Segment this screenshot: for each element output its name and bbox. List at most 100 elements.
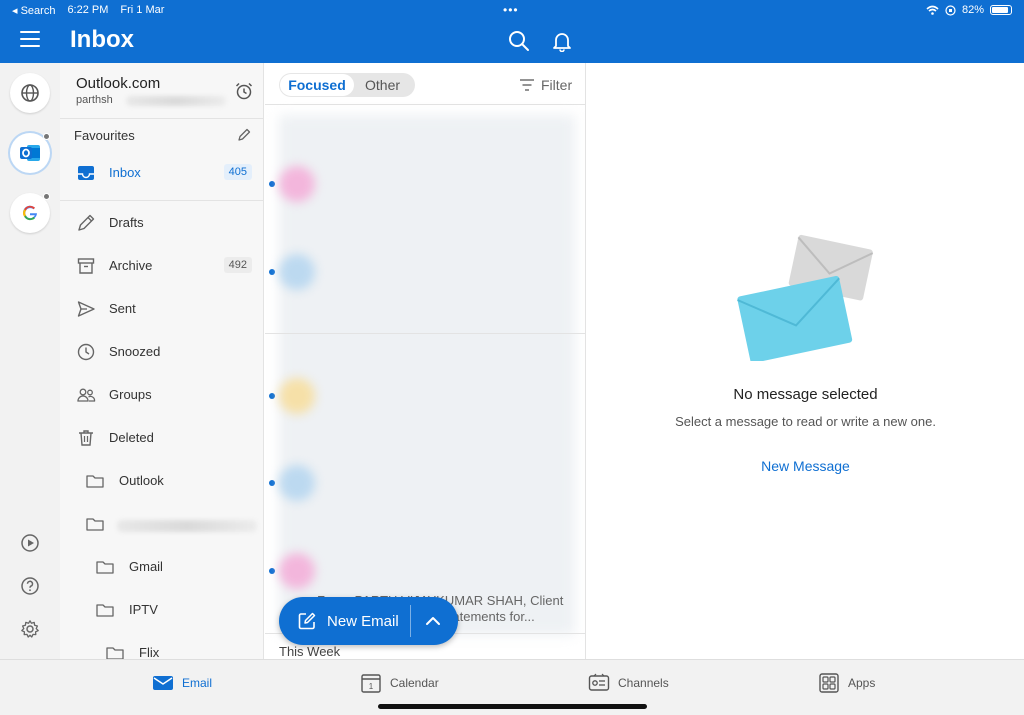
folder-deleted[interactable]: Deleted	[60, 418, 263, 458]
avatar	[279, 254, 315, 290]
folder-inbox[interactable]: Inbox 405	[60, 153, 263, 193]
tab-apps[interactable]: Apps	[818, 671, 875, 695]
new-email-label: New Email	[327, 613, 399, 630]
channels-icon	[588, 673, 610, 691]
tab-email[interactable]: Email	[152, 671, 212, 695]
orientation-lock-icon	[945, 4, 956, 16]
alarm-clock-icon[interactable]	[234, 81, 254, 101]
folder-label: Inbox	[109, 165, 141, 180]
battery-icon	[990, 5, 1012, 15]
folder-label: Groups	[109, 387, 152, 402]
message-row[interactable]	[265, 141, 585, 227]
folder-iptv[interactable]: IPTV	[60, 590, 263, 630]
multitask-dots[interactable]: •••	[503, 3, 519, 17]
tab-calendar[interactable]: 1 Calendar	[360, 671, 439, 695]
help-icon[interactable]	[20, 576, 40, 596]
tab-other[interactable]: Other	[365, 74, 400, 96]
folder-label: Snoozed	[109, 344, 161, 359]
apps-grid-icon	[819, 673, 839, 693]
item-count-badge: 492	[223, 257, 252, 273]
folder-label: Archive	[109, 258, 153, 273]
page-title: Inbox	[70, 26, 134, 53]
folder-label: Flix	[139, 645, 160, 659]
new-email-button[interactable]: New Email	[279, 597, 458, 645]
tab-channels[interactable]: Channels	[588, 671, 669, 695]
svg-text:1: 1	[369, 682, 374, 691]
search-icon[interactable]	[508, 30, 530, 52]
tab-label: Apps	[848, 676, 876, 690]
message-row[interactable]	[265, 353, 585, 439]
folder-outlook[interactable]: Outlook	[60, 461, 263, 501]
folder-snoozed[interactable]: Snoozed	[60, 332, 263, 372]
folder-icon	[86, 518, 104, 531]
folder-flix[interactable]: Flix	[60, 633, 263, 659]
new-message-link[interactable]: New Message	[587, 458, 1024, 474]
account-rail	[0, 63, 60, 659]
folder-icon	[86, 475, 104, 488]
divider	[265, 333, 585, 334]
wifi-icon	[926, 5, 939, 15]
outlook-account-button[interactable]	[10, 133, 50, 173]
trash-icon	[79, 430, 93, 446]
settings-gear-icon[interactable]	[20, 619, 40, 639]
google-account-button[interactable]	[10, 193, 50, 233]
message-list: Focused Other Filter From: PARTH VIJAYKU…	[265, 63, 586, 659]
home-indicator[interactable]	[378, 704, 647, 709]
folder-gmail[interactable]: Gmail	[60, 547, 263, 587]
account-name: Outlook.com	[76, 75, 161, 92]
calendar-icon: 1	[361, 674, 381, 693]
folder-drafts[interactable]: Drafts	[60, 203, 263, 243]
folder-icon	[106, 647, 124, 659]
divider	[60, 118, 263, 119]
play-icon[interactable]	[20, 533, 40, 553]
folder-label: Deleted	[109, 430, 154, 445]
folder-label: Drafts	[109, 215, 144, 230]
status-date: Fri 1 Mar	[120, 4, 165, 16]
folder-label: Sent	[109, 301, 136, 316]
tab-label: Calendar	[390, 676, 439, 690]
folder-redacted[interactable]	[60, 504, 263, 544]
redacted-email	[126, 96, 226, 106]
favourites-heading: Favourites	[74, 128, 135, 143]
divider	[60, 200, 263, 201]
avatar	[279, 378, 315, 414]
folder-sent[interactable]: Sent	[60, 289, 263, 329]
clock-icon	[77, 343, 95, 361]
avatar	[279, 553, 315, 589]
tab-focused[interactable]: Focused	[280, 74, 354, 96]
unread-count-badge: 405	[223, 164, 252, 180]
back-to-search-link[interactable]: ◂ Search	[12, 4, 55, 17]
envelopes-illustration	[737, 234, 874, 361]
account-status-dot	[43, 133, 50, 140]
account-user: parthsh	[76, 94, 113, 106]
avatar	[279, 465, 315, 501]
drafts-pencil-icon	[78, 214, 95, 231]
unread-dot	[269, 568, 275, 574]
message-row[interactable]	[265, 440, 585, 526]
outlook-logo-icon	[20, 145, 40, 161]
battery-percent: 82%	[961, 4, 984, 16]
compose-icon	[298, 612, 316, 630]
message-row[interactable]	[265, 229, 585, 315]
status-bar: ◂ Search 6:22 PM Fri 1 Mar ••• 82%	[0, 0, 1024, 20]
all-accounts-button[interactable]	[10, 73, 50, 113]
unread-dot	[269, 480, 275, 486]
empty-state-title: No message selected	[733, 386, 878, 403]
edit-pencil-icon[interactable]	[236, 127, 252, 143]
tab-label: Channels	[618, 676, 669, 690]
bell-icon[interactable]	[551, 30, 573, 52]
folder-archive[interactable]: Archive 492	[60, 246, 263, 286]
button-divider	[410, 605, 411, 637]
unread-dot	[269, 181, 275, 187]
filter-button[interactable]: Filter	[519, 75, 572, 95]
send-arrow-icon	[77, 301, 95, 317]
folder-groups[interactable]: Groups	[60, 375, 263, 415]
filter-label: Filter	[541, 77, 573, 93]
account-status-dot	[43, 193, 50, 200]
archive-box-icon	[77, 258, 95, 274]
chevron-up-icon[interactable]	[419, 609, 447, 633]
folder-label: Gmail	[129, 559, 163, 574]
reading-pane: No message selected Select a message to …	[587, 63, 1024, 659]
status-time: 6:22 PM	[67, 4, 109, 16]
menu-icon[interactable]	[20, 31, 40, 47]
